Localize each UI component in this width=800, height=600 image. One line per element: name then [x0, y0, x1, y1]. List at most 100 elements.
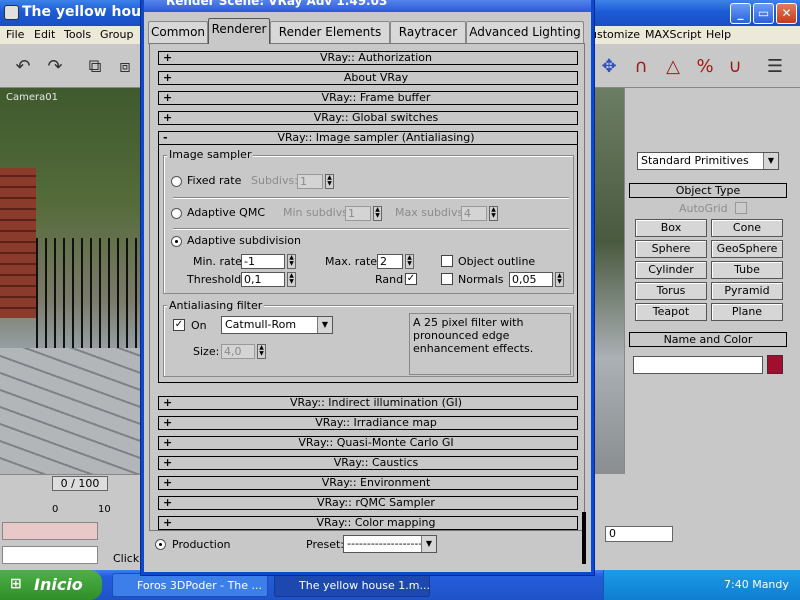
normals-checkbox[interactable] [441, 273, 453, 285]
time-slider[interactable]: 0 / 100 [0, 474, 140, 492]
rollout-caustics[interactable]: + VRay:: Caustics [158, 456, 578, 470]
rand-checkbox[interactable]: ✓ [405, 273, 417, 285]
min-subdivs-spinner[interactable]: ▲ ▼ [373, 206, 382, 221]
aa-filter-dropdown[interactable]: Catmull-Rom ▼ [221, 316, 333, 334]
maxscript-listener[interactable] [2, 522, 98, 540]
autogrid-checkbox[interactable] [735, 202, 747, 214]
unlink-icon[interactable]: ⧈ [112, 54, 138, 80]
rollout-image-sampler[interactable]: - VRay:: Image sampler (Antialiasing) [158, 131, 578, 145]
menu-help[interactable]: Help [706, 28, 731, 41]
production-radio[interactable] [155, 539, 166, 550]
viewport-right-strip[interactable] [595, 88, 624, 474]
sphere-button[interactable]: Sphere [635, 240, 707, 258]
rollout-authorization[interactable]: + VRay:: Authorization [158, 51, 578, 65]
size-spinner[interactable]: ▲ ▼ [257, 344, 266, 359]
box-button[interactable]: Box [635, 219, 707, 237]
menu-file[interactable]: File [6, 28, 24, 41]
dialog-title-bar[interactable]: Render Scene: VRay Adv 1.49.03 [144, 0, 591, 12]
cylinder-button[interactable]: Cylinder [635, 261, 707, 279]
status-prompt: Click [113, 552, 140, 565]
rollout-irradiance-map[interactable]: + VRay:: Irradiance map [158, 416, 578, 430]
menu-customize[interactable]: ustomize [590, 28, 640, 41]
tube-button[interactable]: Tube [711, 261, 783, 279]
track-bar[interactable]: 0 10 [0, 492, 140, 518]
taskbar-item-max[interactable]: The yellow house 1.m... [274, 573, 430, 597]
max-subdivs-spinner[interactable]: ▲ ▼ [489, 206, 498, 221]
subdivs-label: Subdivs: [251, 174, 298, 187]
subdivs-field[interactable]: 1 [297, 174, 323, 189]
object-name-field[interactable] [633, 356, 763, 374]
minimize-button[interactable]: _ [730, 3, 751, 24]
name-and-color-title: Name and Color [663, 333, 753, 346]
panel-scrollbar[interactable] [582, 512, 586, 564]
preset-dropdown[interactable]: -------------------- ▼ [343, 535, 437, 553]
time-slider-thumb[interactable]: 0 / 100 [52, 476, 108, 491]
undo-icon[interactable]: ↶ [10, 54, 36, 80]
maximize-button[interactable]: ▭ [753, 3, 774, 24]
start-button[interactable]: ⊞ Inicio [0, 570, 102, 600]
subdivs-spinner[interactable]: ▲ ▼ [325, 174, 334, 189]
geosphere-button[interactable]: GeoSphere [711, 240, 783, 258]
max-rate-spinner[interactable]: ▲ ▼ [405, 254, 414, 269]
viewport-label[interactable]: Camera01 [6, 92, 58, 103]
menu-edit[interactable]: Edit [34, 28, 55, 41]
min-rate-spinner[interactable]: ▲ ▼ [287, 254, 296, 269]
redo-icon[interactable]: ↷ [42, 54, 68, 80]
max-subdivs-field[interactable]: 4 [461, 206, 487, 221]
aa-filter-on-checkbox[interactable]: ✓ [173, 319, 185, 331]
adaptive-qmc-radio[interactable] [171, 208, 182, 219]
select-link-icon[interactable]: ⧉ [82, 54, 108, 80]
normals-field[interactable]: 0,05 [509, 272, 553, 287]
object-outline-checkbox[interactable] [441, 255, 453, 267]
rollout-sign: + [163, 91, 173, 104]
fixed-rate-radio[interactable] [171, 176, 182, 187]
rollout-indirect-illumination[interactable]: + VRay:: Indirect illumination (GI) [158, 396, 578, 410]
menu-group[interactable]: Group [100, 28, 134, 41]
taskbar-item-browser[interactable]: Foros 3DPoder - The ... [112, 573, 268, 597]
rollout-color-mapping[interactable]: + VRay:: Color mapping [158, 516, 578, 530]
threshold-spinner[interactable]: ▲ ▼ [287, 272, 296, 287]
move-icon[interactable]: ✥ [596, 54, 622, 80]
tab-raytracer[interactable]: Raytracer [390, 21, 466, 44]
threshold-field[interactable]: 0,1 [241, 272, 285, 287]
object-type-rollout[interactable]: Object Type [629, 183, 787, 198]
camera-viewport[interactable]: Camera01 [0, 88, 140, 474]
max-rate-field[interactable]: 2 [377, 254, 403, 269]
tab-common[interactable]: Common [148, 21, 208, 44]
maxscript-input[interactable] [2, 546, 98, 564]
name-and-color-rollout[interactable]: Name and Color [629, 332, 787, 347]
named-selection-icon[interactable]: ☰ [762, 54, 788, 80]
spinner-snap-icon[interactable]: ∪ [722, 54, 748, 80]
max-app-icon[interactable] [4, 5, 19, 20]
torus-button[interactable]: Torus [635, 282, 707, 300]
rollout-frame-buffer[interactable]: + VRay:: Frame buffer [158, 91, 578, 105]
plane-button[interactable]: Plane [711, 303, 783, 321]
rollout-label: VRay:: Color mapping [316, 516, 436, 529]
close-button[interactable]: ✕ [776, 3, 797, 24]
clock: 7:40 Mandy [724, 578, 789, 591]
percent-snap-icon[interactable]: % [692, 54, 718, 80]
teapot-button[interactable]: Teapot [635, 303, 707, 321]
min-rate-field[interactable]: -1 [241, 254, 285, 269]
size-field[interactable]: 4,0 [221, 344, 255, 359]
pyramid-button[interactable]: Pyramid [711, 282, 783, 300]
rollout-global-switches[interactable]: + VRay:: Global switches [158, 111, 578, 125]
snap3-icon[interactable]: ∩ [628, 54, 654, 80]
tab-advanced-lighting[interactable]: Advanced Lighting [466, 21, 584, 44]
angle-snap-icon[interactable]: △ [660, 54, 686, 80]
rollout-environment[interactable]: + VRay:: Environment [158, 476, 578, 490]
frame-field[interactable]: 0 [605, 526, 673, 542]
rollout-rqmc-sampler[interactable]: + VRay:: rQMC Sampler [158, 496, 578, 510]
category-dropdown[interactable]: Standard Primitives ▼ [637, 152, 779, 170]
cone-button[interactable]: Cone [711, 219, 783, 237]
menu-maxscript[interactable]: MAXScript [645, 28, 701, 41]
adaptive-subdivision-radio[interactable] [171, 236, 182, 247]
object-color-swatch[interactable] [767, 355, 783, 374]
tab-renderer[interactable]: Renderer [208, 18, 270, 44]
min-subdivs-field[interactable]: 1 [345, 206, 371, 221]
normals-spinner[interactable]: ▲ ▼ [555, 272, 564, 287]
menu-tools[interactable]: Tools [64, 28, 91, 41]
rollout-about-vray[interactable]: + About VRay [158, 71, 578, 85]
rollout-qmc-gi[interactable]: + VRay:: Quasi-Monte Carlo GI [158, 436, 578, 450]
tab-render-elements[interactable]: Render Elements [270, 21, 390, 44]
